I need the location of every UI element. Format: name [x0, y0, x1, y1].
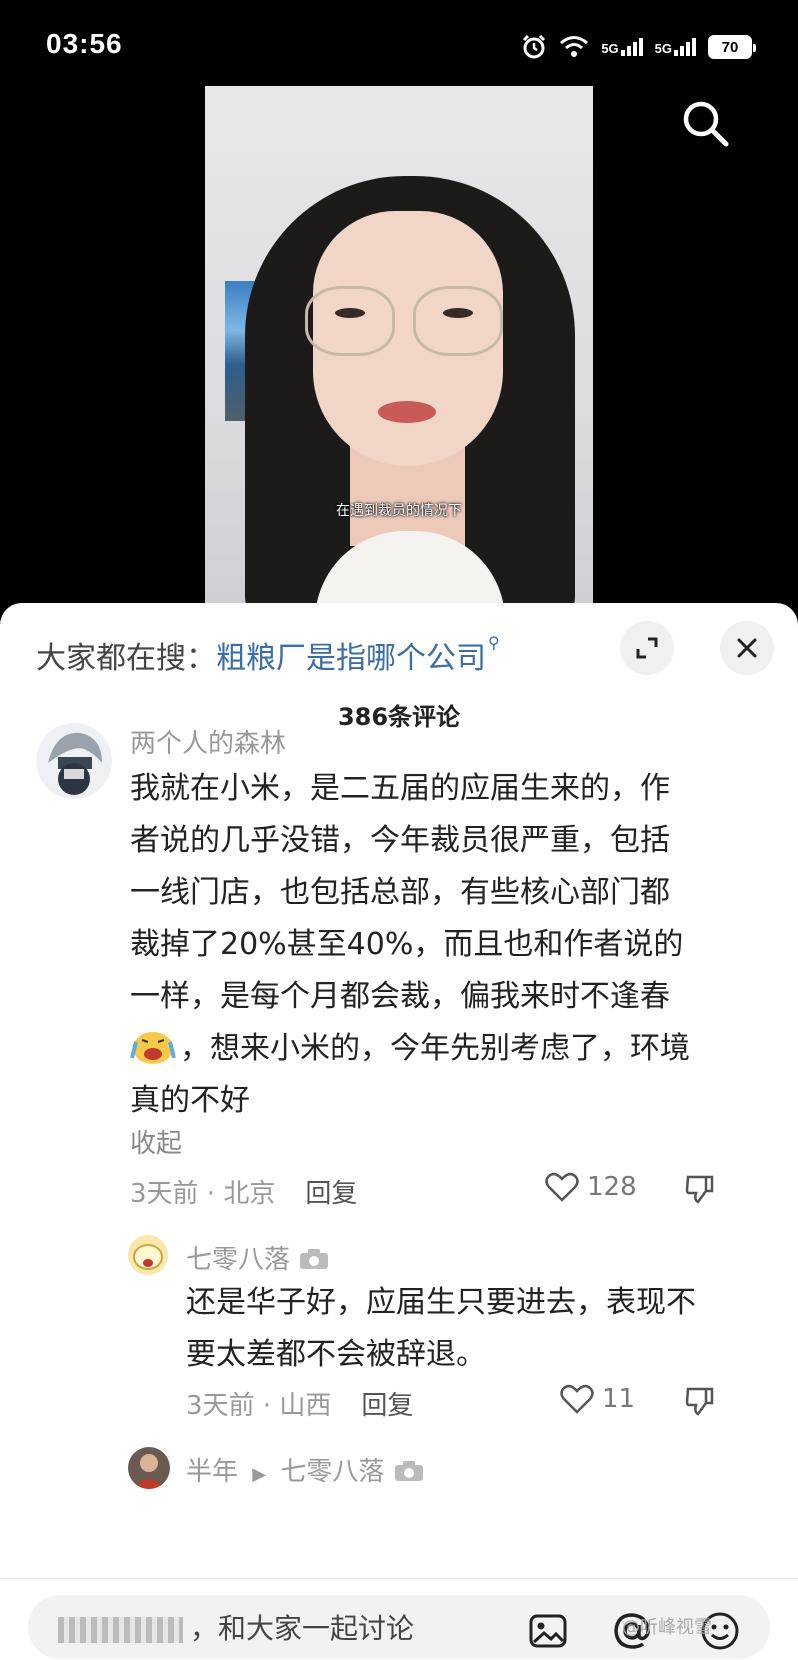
dislike-icon[interactable] — [684, 1385, 716, 1417]
comment-username[interactable]: 两个人的森林 — [130, 723, 286, 760]
network-label-1: 5G — [601, 41, 619, 56]
like-button[interactable]: 128 — [545, 1171, 637, 1203]
like-count: 11 — [602, 1384, 636, 1414]
image-icon[interactable] — [528, 1611, 568, 1651]
reply-meta: 3天前 · 山西 回复 — [186, 1385, 413, 1422]
signal-icon-2: 5G — [655, 38, 696, 56]
reply-username[interactable]: 七零八落 — [186, 1239, 330, 1276]
trend-query-link[interactable]: 粗粮厂是指哪个公司 — [216, 641, 486, 676]
mosaic-blur — [58, 1617, 183, 1643]
dislike-icon[interactable] — [684, 1173, 716, 1205]
reply-time-location: 3天前 · 山西 — [186, 1391, 332, 1421]
like-count: 128 — [587, 1172, 637, 1202]
avatar[interactable] — [128, 1447, 170, 1489]
search-trend: 大家都在搜：粗粮厂是指哪个公司 ⚲ — [36, 633, 500, 677]
video-subtitle: 在遇到裁员的情况下 — [336, 503, 462, 519]
reply-button[interactable]: 回复 — [361, 1391, 413, 1421]
status-time: 03:56 — [46, 28, 123, 59]
watermark: @听峰视雪 — [622, 1617, 712, 1638]
reply-arrow-icon: ▶ — [252, 1464, 267, 1485]
expand-button[interactable] — [620, 621, 674, 675]
heart-icon — [545, 1172, 579, 1202]
glasses-right — [413, 286, 503, 356]
reply-username[interactable]: 半年 ▶ 七零八落 — [186, 1451, 425, 1488]
comment-input-placeholder[interactable]: ，和大家一起讨论 — [190, 1607, 414, 1647]
crying-emoji-icon — [130, 1026, 176, 1066]
wifi-icon — [560, 36, 589, 57]
close-icon — [737, 638, 757, 658]
camera-icon — [394, 1461, 423, 1481]
signal-icon-1: 5G — [601, 38, 643, 56]
comment-sheet: 大家都在搜：粗粮厂是指哪个公司 ⚲ 386条评论 两个人的森林 我就在小米，是二五… — [0, 603, 798, 1660]
battery-indicator: 70 — [708, 35, 756, 59]
close-button[interactable] — [720, 621, 774, 675]
collapse-button[interactable]: 收起 — [130, 1123, 182, 1160]
comment-meta: 3天前 · 北京 回复 — [130, 1173, 357, 1210]
avatar[interactable] — [36, 723, 112, 799]
comment-body: 我就在小米，是二五届的应届生来的，作 者说的几乎没错，今年裁员很严重，包括 一线… — [130, 771, 690, 1118]
trend-prefix: 大家都在搜： — [36, 641, 216, 676]
search-button[interactable] — [680, 98, 732, 150]
alarm-icon — [523, 34, 546, 59]
avatar[interactable] — [128, 1235, 168, 1275]
like-button[interactable]: 11 — [560, 1383, 635, 1415]
heart-icon — [560, 1384, 594, 1414]
reply-body: 还是华子好，应届生只要进去，表现不 要太差都不会被辞退。 — [186, 1285, 696, 1372]
expand-icon — [636, 637, 658, 659]
search-icon — [683, 101, 729, 147]
video-frame[interactable]: 在遇到裁员的情况下 — [205, 86, 593, 616]
comments-count: 386条评论 — [337, 703, 461, 731]
status-icons: 5G 5G 70 — [521, 34, 756, 60]
network-label-2: 5G — [654, 41, 672, 56]
status-bar: 03:56 5G 5G 70 — [0, 0, 798, 86]
reply-button[interactable]: 回复 — [305, 1179, 357, 1209]
camera-icon — [300, 1249, 329, 1269]
video-player[interactable]: 在遇到裁员的情况下 — [0, 86, 798, 616]
trend-search-icon[interactable]: ⚲ — [488, 633, 500, 652]
comment-time-location: 3天前 · 北京 — [130, 1179, 276, 1209]
glasses-left — [305, 286, 395, 356]
